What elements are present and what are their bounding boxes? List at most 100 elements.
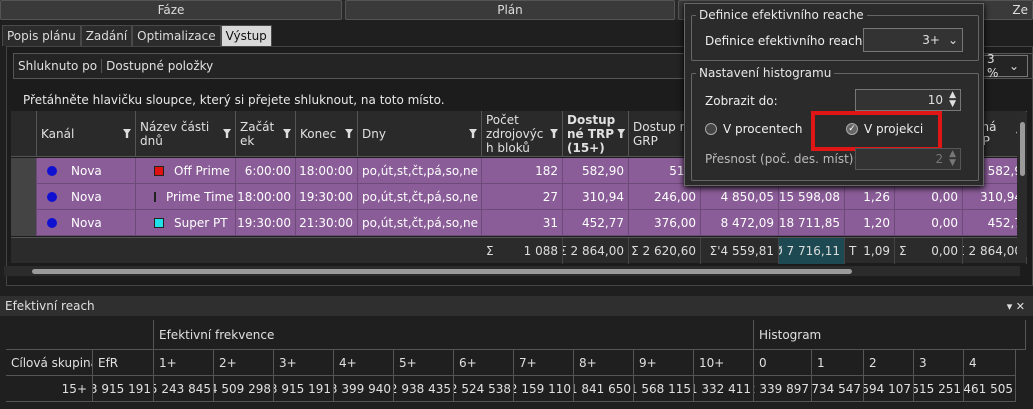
cell-text: Prime Time [166,190,234,204]
reach-col-header[interactable]: 8+ [574,350,634,376]
radio-percent[interactable] [705,123,717,135]
sum-col11: T 1,09 [845,238,895,264]
reach-col-header[interactable]: 3 [914,350,964,376]
reach-cell: 2 524 538 [454,376,514,402]
color-swatch-icon [154,218,164,228]
header-konec[interactable]: Konec [296,111,358,157]
header-kanal[interactable]: Kanál [37,111,136,157]
channel-dot-icon [47,192,57,202]
scroll-thumb[interactable] [32,269,852,274]
cell-bloky: 31 [482,210,563,236]
reach-cell: 461 505 [964,376,1016,402]
reach-col-header[interactable]: 4 [964,350,1016,376]
cell-zacatek: 6:00:00 [236,158,296,184]
sum-value: 1,09 [863,244,890,258]
zobrazit-stepper[interactable]: 10 ▲ ▼ [855,89,961,111]
reach-cell: 4 509 298 [214,376,274,402]
horizontal-scrollbar[interactable] [4,266,1020,276]
filter-icon[interactable] [283,129,291,138]
cell-grp: 246,00 [629,184,701,210]
header-zacatek[interactable]: Začát ek [236,111,296,157]
channel-dot-icon [47,218,57,228]
reach-cell: 2 938 435 [394,376,454,402]
tab-optimalizace[interactable]: Optimalizace [132,25,221,46]
cell-col12: 0,00 [895,184,963,210]
reach-col-header[interactable]: 0 [754,350,812,376]
table-row[interactable]: Nova Super PT 19:30:00 21:30:00 po,út,st… [11,210,1027,236]
stepper-arrows-icon[interactable]: ▲ ▼ [949,150,956,168]
header-dny[interactable]: Dny [358,111,482,157]
cell-trp: 452,77 [563,210,629,236]
reach-col-header[interactable]: 2+ [214,350,274,376]
filter-icon[interactable] [550,129,558,138]
panel-title-text: Efektivní reach [5,299,95,313]
header-label: Dny [362,126,386,141]
reach-col-header[interactable]: EfR [93,350,154,376]
table-row[interactable]: Nova Prime Time 18:00:00 19:30:00 po,út,… [11,184,1027,210]
faze-button[interactable]: Fáze [0,0,342,20]
reach-col-header[interactable]: 7+ [514,350,574,376]
header-label: Kanál [41,126,75,141]
reach-col-header[interactable]: Cílová skupina [6,350,93,376]
reach-col-header[interactable]: 5+ [394,350,454,376]
cell-kanal: Nova [37,184,136,210]
grouping-label: Shluknuto po [18,59,98,73]
reach-col-header[interactable]: 10+ [694,350,754,376]
header-trp[interactable]: Dostup né TRP (15+) [563,111,629,157]
cell-trp: 582,90 [563,158,629,184]
filter-icon[interactable] [345,129,353,138]
reach-col-header[interactable]: 1+ [154,350,214,376]
select-value: 3+ [922,33,940,47]
cell-col10: 15 598,08 [779,184,845,210]
row-selector[interactable] [11,210,37,236]
reach-definition-label: Definice efektivního reache: [705,34,874,48]
plan-button[interactable]: Plán [345,0,675,20]
reach-col-header[interactable]: 2 [864,350,914,376]
cell-col11: 1,26 [845,184,895,210]
tab-zadani[interactable]: Zadání [80,25,133,46]
filter-icon[interactable] [123,129,131,138]
grouping-value[interactable]: Dostupné položky [101,59,217,73]
reach-col-header[interactable]: 3+ [274,350,334,376]
cell-text: Nova [71,164,102,178]
header-label: Počet zdrojovýc h bloků [486,112,544,155]
sum-bloky: Σ 1 088 [482,238,563,264]
zoom-combo[interactable]: 3 % ⌄ [978,52,1028,80]
vertical-scrollbar[interactable] [1017,112,1027,257]
row-selector[interactable] [11,158,37,184]
cell-text: Super PT [174,216,228,230]
filter-icon[interactable] [223,129,231,138]
stepper-value: 10 [927,93,944,107]
pin-close-icon[interactable]: ▾ ✕ [1007,300,1025,313]
reach-definition-select[interactable]: 3+ ⌄ [863,28,963,52]
header-nazev[interactable]: Název části dnů [136,111,236,157]
stepper-value: 2 [935,152,944,166]
header-bloky[interactable]: Počet zdrojovýc h bloků [482,111,563,157]
cell-dny: po,út,st,čt,pá,so,ne [358,158,482,184]
chevron-down-icon: ⌄ [1008,59,1019,73]
reach-col-header[interactable]: 4+ [334,350,394,376]
filter-icon[interactable] [617,129,626,138]
row-selector[interactable] [11,184,37,210]
cell-kanal: Nova [37,210,136,236]
presnost-stepper[interactable]: 2 ▲ ▼ [855,148,961,170]
sum-value: 0,00 [931,244,958,258]
stepper-arrows-icon[interactable]: ▲ ▼ [949,91,956,109]
highlight-box [811,111,942,151]
filter-icon[interactable] [469,129,477,138]
cell-trp: 310,94 [563,184,629,210]
summary-row: Σ1 088 Σ 2 864,00 Σ 2 620,60 Σ'4 559,81 … [11,237,1027,264]
cell-nazev: Prime Time [136,184,236,210]
tab-vystup[interactable]: Výstup [220,25,272,46]
reach-cell: 515 251 [914,376,964,402]
cell-nazev: Off Prime [136,158,236,184]
sum-col12: Σ 0,00 [895,238,963,264]
reach-col-header[interactable]: 1 [812,350,864,376]
color-swatch-icon [154,166,164,176]
tab-popis-planu[interactable]: Popis plánu [2,25,81,46]
reach-col-header[interactable]: 9+ [634,350,694,376]
scroll-thumb[interactable] [1020,122,1025,176]
reach-col-header[interactable]: 6+ [454,350,514,376]
sum-col9: Σ'4 559,81 [701,238,779,264]
cell-konec: 18:00:00 [296,158,358,184]
